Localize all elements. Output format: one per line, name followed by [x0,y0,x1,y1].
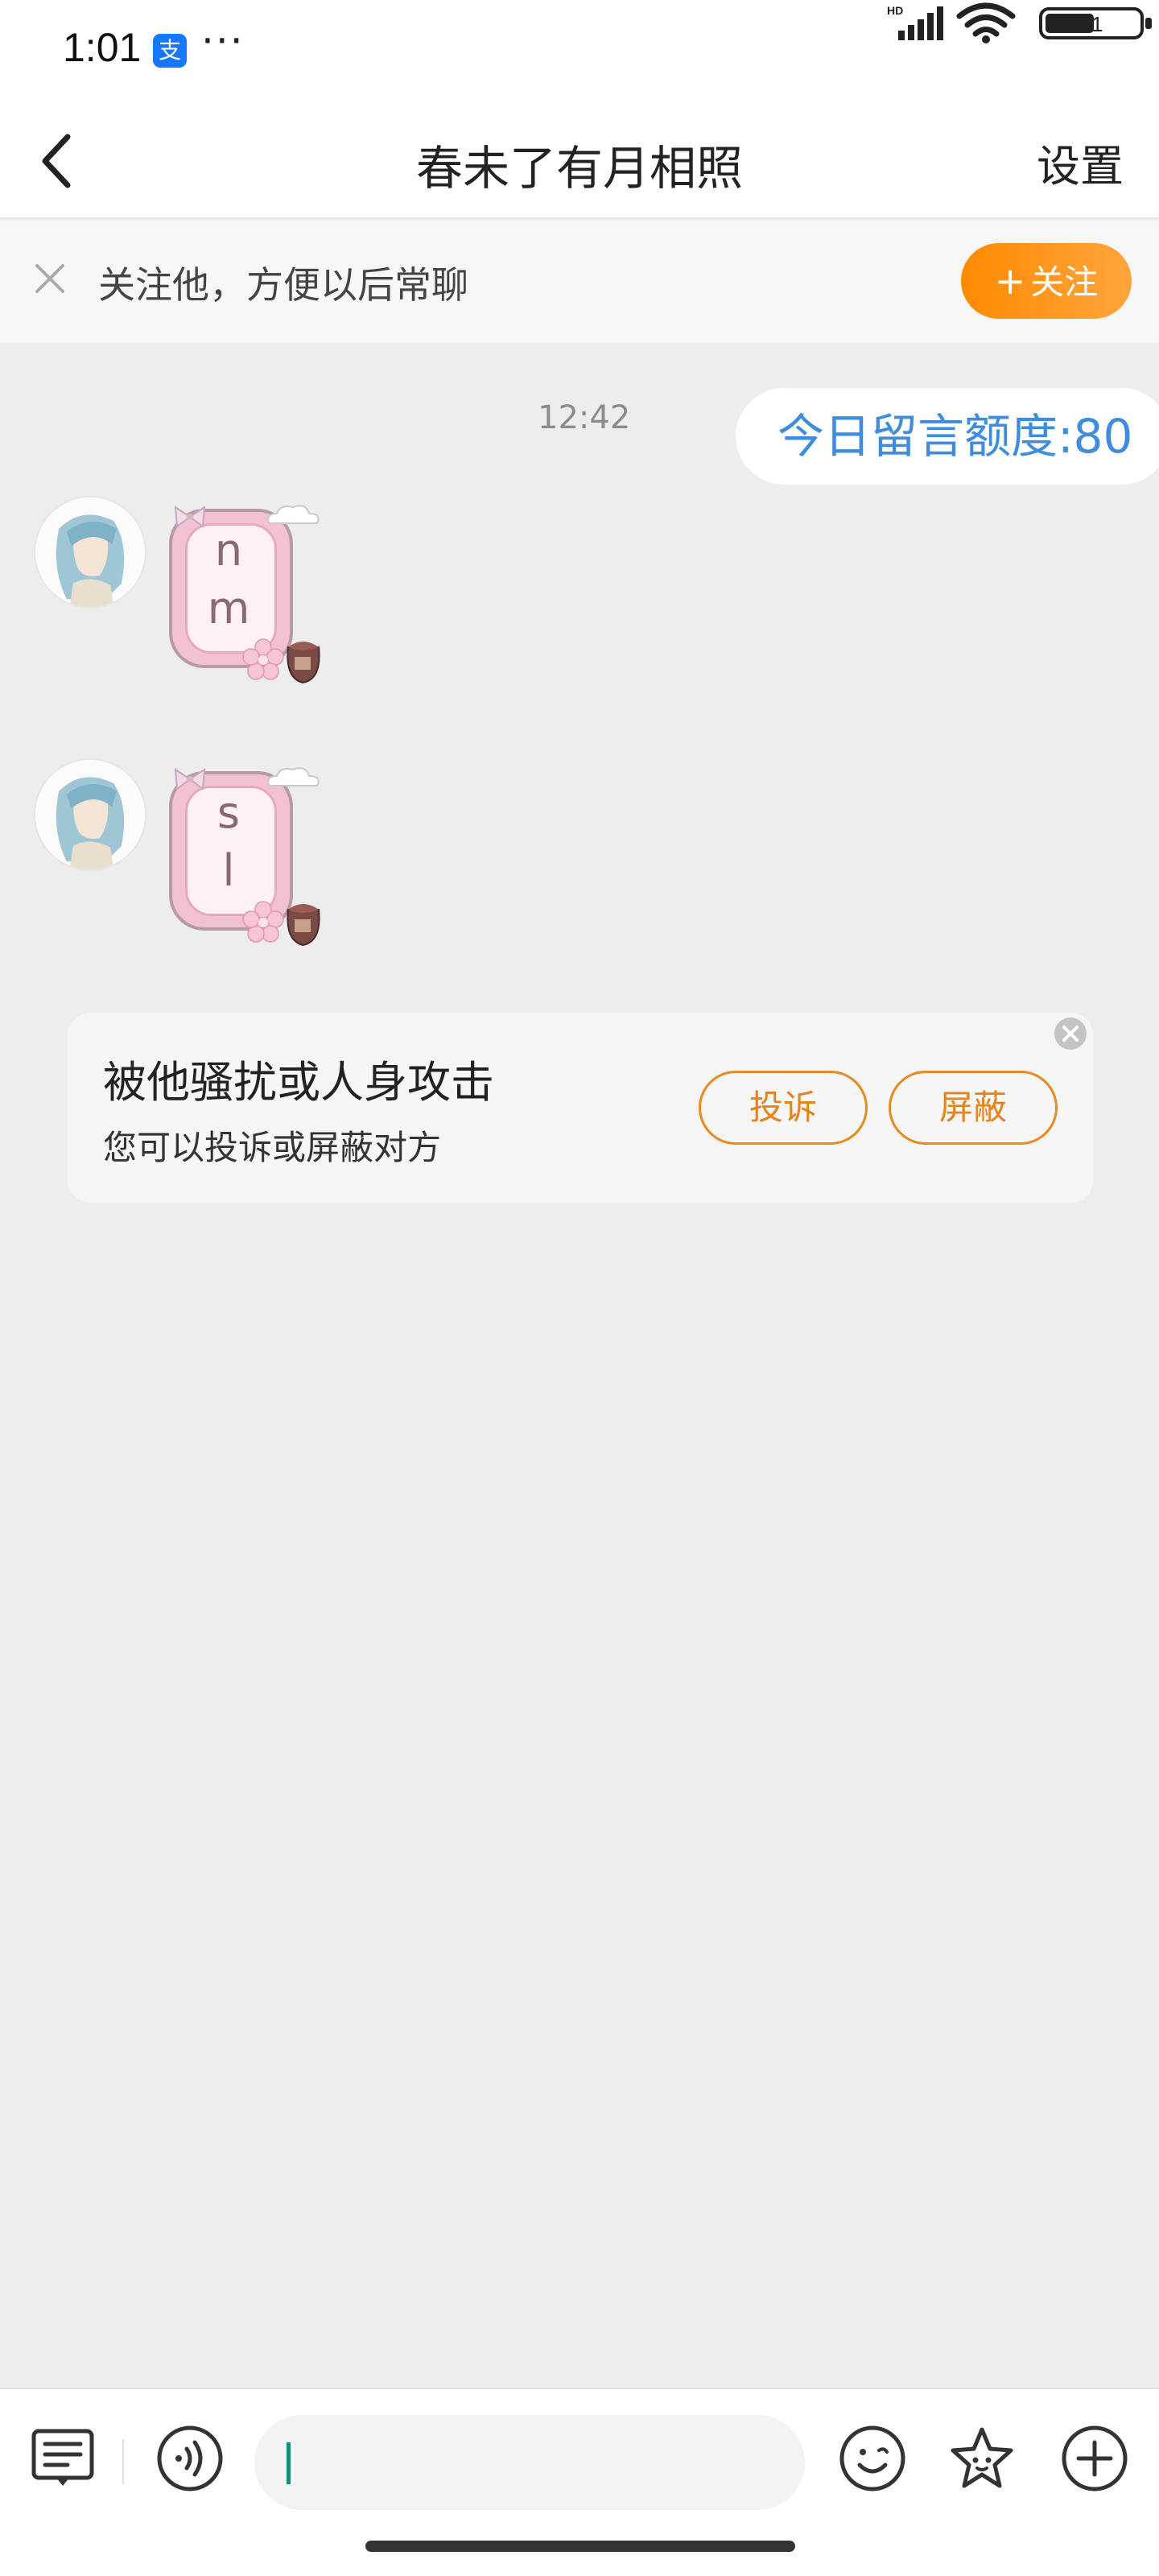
battery-icon: 51 [1038,6,1159,40]
status-bar: 1:01 支 ··· HD 51 [0,0,1159,103]
close-icon[interactable] [1053,1016,1088,1051]
nav-bar: 春未了有月相照 设置 [0,103,1159,219]
follow-button-label: 关注 [1030,262,1099,302]
message-input[interactable] [254,2415,805,2510]
follow-banner: 关注他，方便以后常聊 + 关注 [0,221,1159,343]
plus-icon: + [994,259,1026,303]
avatar[interactable] [34,758,146,871]
avatar-image [35,760,145,869]
block-button[interactable]: 屏蔽 [889,1071,1058,1145]
bow-decoration-icon [174,768,206,791]
close-icon[interactable] [32,261,68,296]
divider [122,2439,124,2484]
alipay-icon: 支 [153,34,187,68]
text-caret [287,2442,291,2484]
message-quota-badge: 今日留言额度:80 [736,388,1159,485]
message-timestamp: 12:42 [538,399,631,436]
avatar[interactable] [34,496,146,609]
more-notifications-icon: ··· [201,18,245,64]
pouch-decoration-icon [287,904,320,947]
report-card-subtitle: 您可以投诉或屏蔽对方 [103,1128,442,1167]
settings-button[interactable]: 设置 [1037,130,1124,194]
message-bubble[interactable]: n m [164,501,320,684]
message-text: n m [164,522,293,638]
report-card-title: 被他骚扰或人身攻击 [103,1057,494,1108]
message-bubble[interactable]: s l [164,763,320,947]
menu-toggle-icon[interactable] [29,2425,97,2492]
battery-level: 51 [1080,12,1103,36]
wifi-icon [956,2,1016,43]
network-type-label: HD [887,4,903,17]
message-line: m [207,583,250,634]
bow-decoration-icon [174,506,206,528]
complain-button[interactable]: 投诉 [699,1071,868,1145]
voice-icon[interactable] [156,2425,224,2492]
follow-prompt-text: 关注他，方便以后常聊 [98,263,468,307]
home-indicator[interactable] [365,2541,795,2552]
plus-icon[interactable] [1061,2425,1128,2492]
signal-icon: HD [887,4,943,40]
sticker-icon[interactable] [948,2425,1016,2492]
input-bar [0,2388,1159,2576]
report-card: 被他骚扰或人身攻击 您可以投诉或屏蔽对方 投诉 屏蔽 [68,1013,1093,1203]
message-line: l [222,845,235,896]
emoji-icon[interactable] [839,2425,906,2492]
follow-button[interactable]: + 关注 [961,243,1132,319]
status-time: 1:01 [63,25,142,70]
message-text: s l [164,784,293,900]
cloud-decoration-icon [267,767,320,786]
pouch-decoration-icon [287,642,320,684]
avatar-image [35,497,145,607]
chat-area[interactable]: 12:42 今日留言额度:80 n m s l 被他骚扰或人身攻击 您可以投诉或… [0,343,1159,2388]
cloud-decoration-icon [267,505,320,524]
page-title: 春未了有月相照 [415,141,743,196]
